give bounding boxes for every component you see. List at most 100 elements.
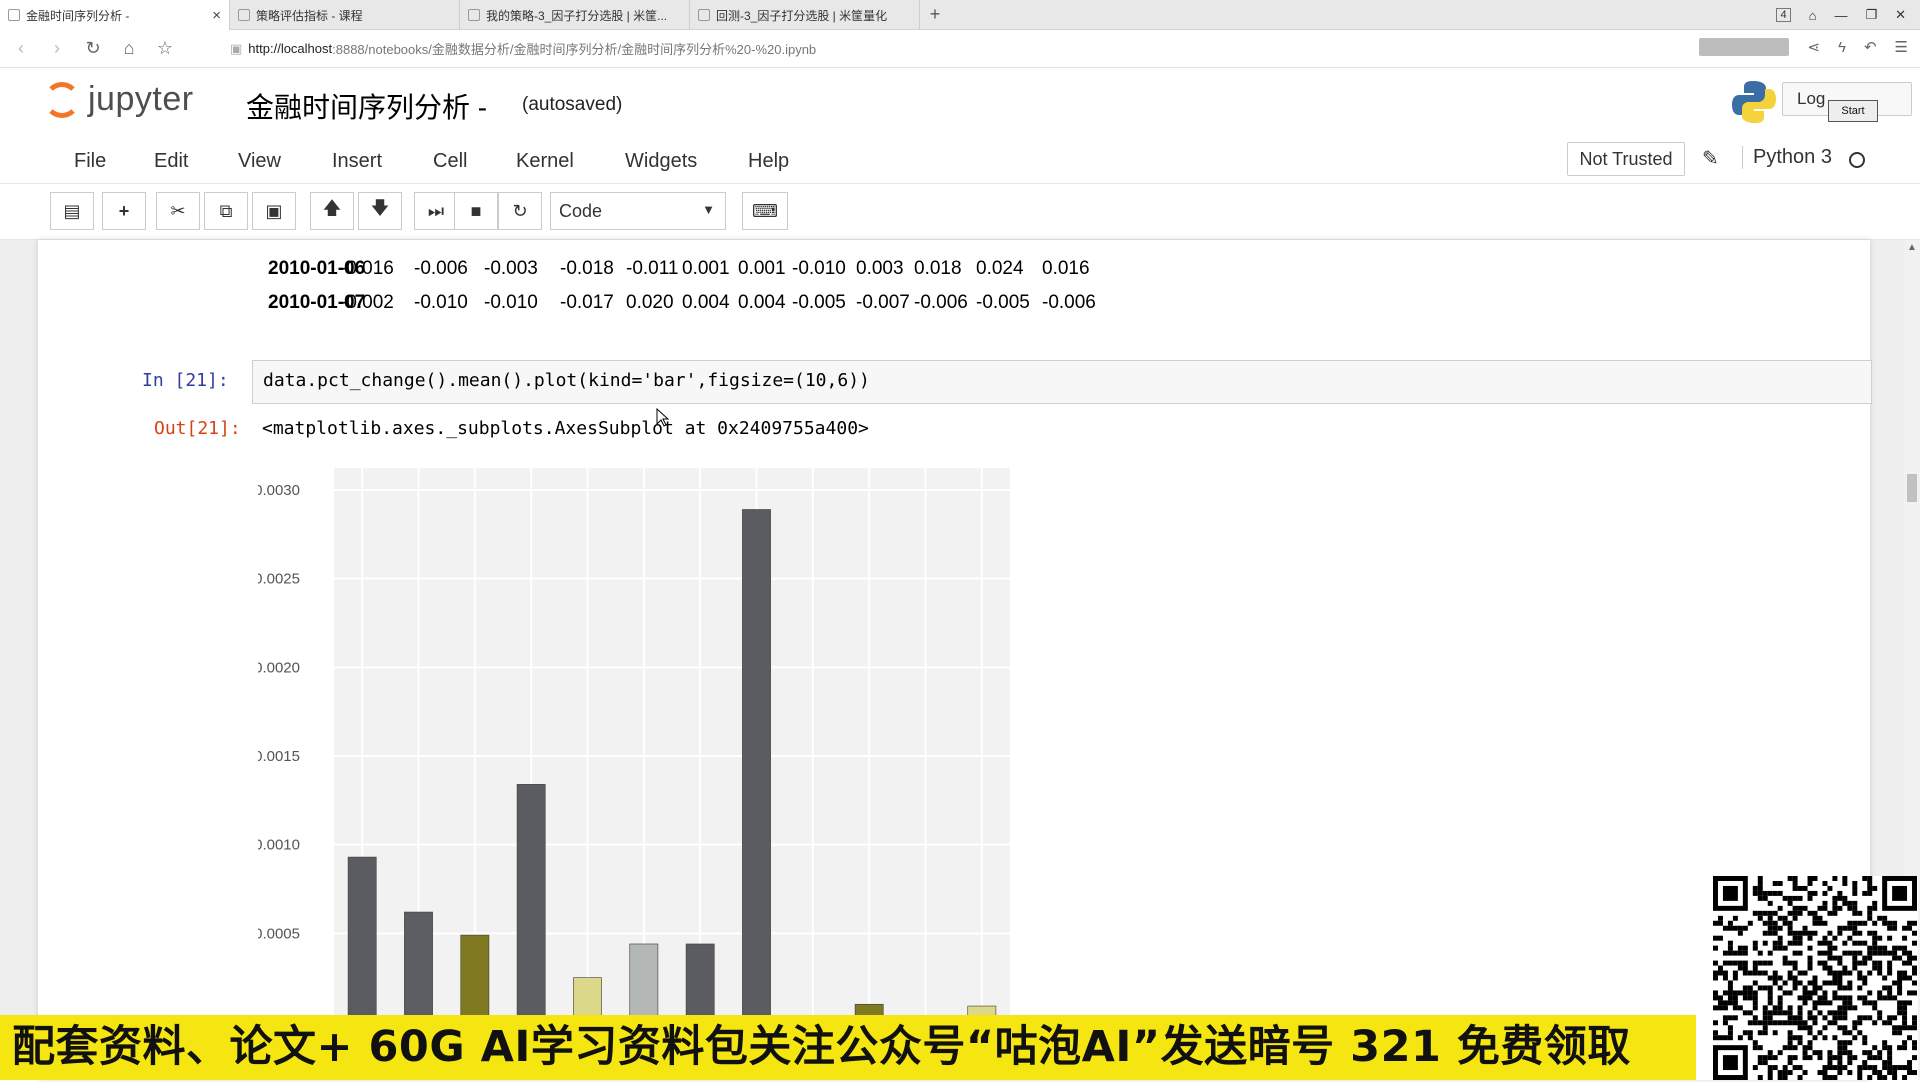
notebook-area: 2010-01-06 -0.016 -0.006 -0.003 -0.018 -0.01… bbox=[0, 240, 1920, 1080]
kernel-name[interactable]: Python 3 bbox=[1742, 146, 1832, 169]
table-cell: -0.006 bbox=[414, 258, 468, 279]
close-icon[interactable]: × bbox=[212, 7, 221, 24]
move-down-icon[interactable]: 🡇 bbox=[358, 192, 402, 230]
save-icon[interactable]: ▤ bbox=[50, 192, 94, 230]
browser-tab-2[interactable]: 策略评估指标 - 课程 bbox=[230, 0, 460, 30]
bar-chart: 0.00300.00250.00200.00150.00100.00050.00… bbox=[258, 468, 1010, 1076]
close-window-icon[interactable]: ✕ bbox=[1895, 7, 1906, 23]
output-prompt: Out[21]: bbox=[154, 418, 241, 439]
menu-view[interactable]: View bbox=[230, 146, 289, 177]
bar bbox=[404, 911, 433, 1023]
paste-icon[interactable]: ▣ bbox=[252, 192, 296, 230]
address-bar: ‹ › ↻ ⌂ ☆ ▣ http://localhost:8888/notebo… bbox=[0, 30, 1920, 68]
table-cell: -0.010 bbox=[792, 258, 846, 279]
jupyter-logo[interactable]: jupyter bbox=[44, 80, 194, 119]
page-icon: ▣ bbox=[230, 40, 243, 56]
table-cell: -0.005 bbox=[976, 292, 1030, 313]
table-cell: 0.024 bbox=[976, 258, 1024, 279]
cut-icon[interactable]: ✂ bbox=[156, 192, 200, 230]
menu-cell[interactable]: Cell bbox=[425, 146, 475, 177]
code-cell[interactable]: data.pct_change().mean().plot(kind='bar'… bbox=[252, 360, 1872, 404]
table-cell: 0.003 bbox=[856, 258, 904, 279]
stop-icon[interactable]: ■ bbox=[454, 192, 498, 230]
browser-tab-strip: 金融时间序列分析 - × 策略评估指标 - 课程 我的策略-3_因子打分选股 |… bbox=[0, 0, 1920, 30]
star-icon[interactable]: ☆ bbox=[154, 38, 176, 59]
tab-count-badge[interactable]: 4 bbox=[1776, 8, 1791, 22]
bar bbox=[685, 943, 715, 1023]
table-cell: -0.016 bbox=[340, 258, 394, 279]
forward-icon[interactable]: › bbox=[46, 38, 68, 59]
copy-icon[interactable]: ⧉ bbox=[204, 192, 248, 230]
minimize-icon[interactable]: — bbox=[1834, 8, 1847, 23]
browser-tab-label: 我的策略-3_因子打分选股 | 米筐... bbox=[486, 8, 668, 23]
browser-tab-label: 策略评估指标 - 课程 bbox=[256, 8, 363, 23]
browser-tab-4[interactable]: 回测-3_因子打分选股 | 米筐量化 bbox=[690, 0, 920, 30]
table-cell: -0.007 bbox=[856, 292, 910, 313]
chevron-down-icon: ▼ bbox=[702, 202, 715, 217]
bar bbox=[347, 856, 377, 1023]
browser-tab-3[interactable]: 我的策略-3_因子打分选股 | 米筐... bbox=[460, 0, 690, 30]
browser-tab-label: 回测-3_因子打分选股 | 米筐量化 bbox=[716, 8, 888, 23]
menu-icon[interactable]: ☰ bbox=[1895, 38, 1908, 56]
menu-insert[interactable]: Insert bbox=[324, 146, 390, 177]
menu-edit[interactable]: Edit bbox=[146, 146, 196, 177]
table-cell: -0.002 bbox=[340, 292, 394, 313]
menubar: File Edit View Insert Cell Kernel Widget… bbox=[0, 140, 1920, 184]
y-tick-label: 0.0010 bbox=[258, 837, 300, 854]
run-icon[interactable]: ⏭ bbox=[414, 192, 458, 230]
notebook-page: 2010-01-06 -0.016 -0.006 -0.003 -0.018 -0.01… bbox=[38, 240, 1872, 1080]
jupyter-header: jupyter 金融时间序列分析 - (autosaved) Log Start bbox=[0, 68, 1920, 140]
scrollbar-thumb[interactable] bbox=[1907, 474, 1917, 502]
move-up-icon[interactable]: 🡅 bbox=[310, 192, 354, 230]
new-tab-button[interactable]: + bbox=[920, 0, 950, 29]
scroll-up-icon[interactable]: ▲ bbox=[1907, 242, 1917, 253]
table-cell: 0.016 bbox=[1042, 258, 1090, 279]
menu-widgets[interactable]: Widgets bbox=[617, 146, 705, 177]
cell-type-select[interactable]: Code ▼ bbox=[550, 192, 726, 230]
search-box[interactable] bbox=[1699, 38, 1790, 56]
code-text[interactable]: data.pct_change().mean().plot(kind='bar'… bbox=[263, 370, 870, 391]
url-field[interactable]: ▣ http://localhost:8888/notebooks/金融数据分析… bbox=[230, 39, 816, 58]
restart-icon[interactable]: ↻ bbox=[498, 192, 542, 230]
tab-favicon-icon bbox=[8, 9, 20, 21]
lightning-icon[interactable]: ϟ bbox=[1838, 39, 1846, 56]
table-cell: 0.020 bbox=[626, 292, 674, 313]
browser-tab-1[interactable]: 金融时间序列分析 - × bbox=[0, 0, 230, 30]
mouse-cursor-icon bbox=[656, 408, 670, 427]
tab-favicon-icon bbox=[468, 9, 480, 21]
table-cell: -0.006 bbox=[1042, 292, 1096, 313]
jupyter-logo-text: jupyter bbox=[88, 80, 194, 118]
shirt-icon[interactable]: ⌂ bbox=[1809, 8, 1817, 23]
table-cell: -0.010 bbox=[484, 292, 538, 313]
qr-code bbox=[1712, 876, 1918, 1080]
table-cell: -0.017 bbox=[560, 292, 614, 313]
home-icon[interactable]: ⌂ bbox=[118, 38, 140, 59]
restore-icon[interactable]: ❐ bbox=[1865, 7, 1877, 23]
share-icon[interactable]: ⋖ bbox=[1807, 38, 1820, 56]
address-bar-tools: ⋖ ϟ ↶ ☰ bbox=[1699, 38, 1908, 56]
reload-icon[interactable]: ↻ bbox=[82, 38, 104, 59]
keyboard-icon[interactable]: ⌨ bbox=[742, 192, 788, 230]
url-host: http://localhost bbox=[248, 41, 333, 56]
browser-tab-label: 金融时间序列分析 - bbox=[26, 8, 130, 23]
y-tick-label: 0.0025 bbox=[258, 571, 300, 588]
bar bbox=[460, 934, 490, 1023]
not-trusted-button[interactable]: Not Trusted bbox=[1567, 142, 1685, 176]
menu-kernel[interactable]: Kernel bbox=[508, 146, 582, 177]
window-controls: 4 ⌂ — ❐ ✕ bbox=[1776, 0, 1920, 30]
autosave-status: (autosaved) bbox=[522, 94, 623, 115]
promo-banner: 配套资料、论文+ 60G AI学习资料包关注公众号“咕泡AI”发送暗号 321 … bbox=[0, 1015, 1696, 1080]
add-cell-icon[interactable]: + bbox=[102, 192, 146, 230]
menu-help[interactable]: Help bbox=[740, 146, 797, 177]
jupyter-logo-icon bbox=[44, 81, 80, 118]
notebook-title[interactable]: 金融时间序列分析 - bbox=[246, 86, 487, 126]
start-tooltip: Start bbox=[1828, 100, 1878, 122]
y-tick-label: 0.0015 bbox=[258, 748, 300, 765]
bar bbox=[629, 943, 659, 1023]
undo-icon[interactable]: ↶ bbox=[1864, 38, 1877, 56]
menu-file[interactable]: File bbox=[66, 146, 114, 177]
back-icon[interactable]: ‹ bbox=[10, 38, 32, 59]
table-cell: 0.018 bbox=[914, 258, 962, 279]
table-cell: -0.018 bbox=[560, 258, 614, 279]
pencil-icon[interactable]: ✎ bbox=[1702, 146, 1719, 171]
